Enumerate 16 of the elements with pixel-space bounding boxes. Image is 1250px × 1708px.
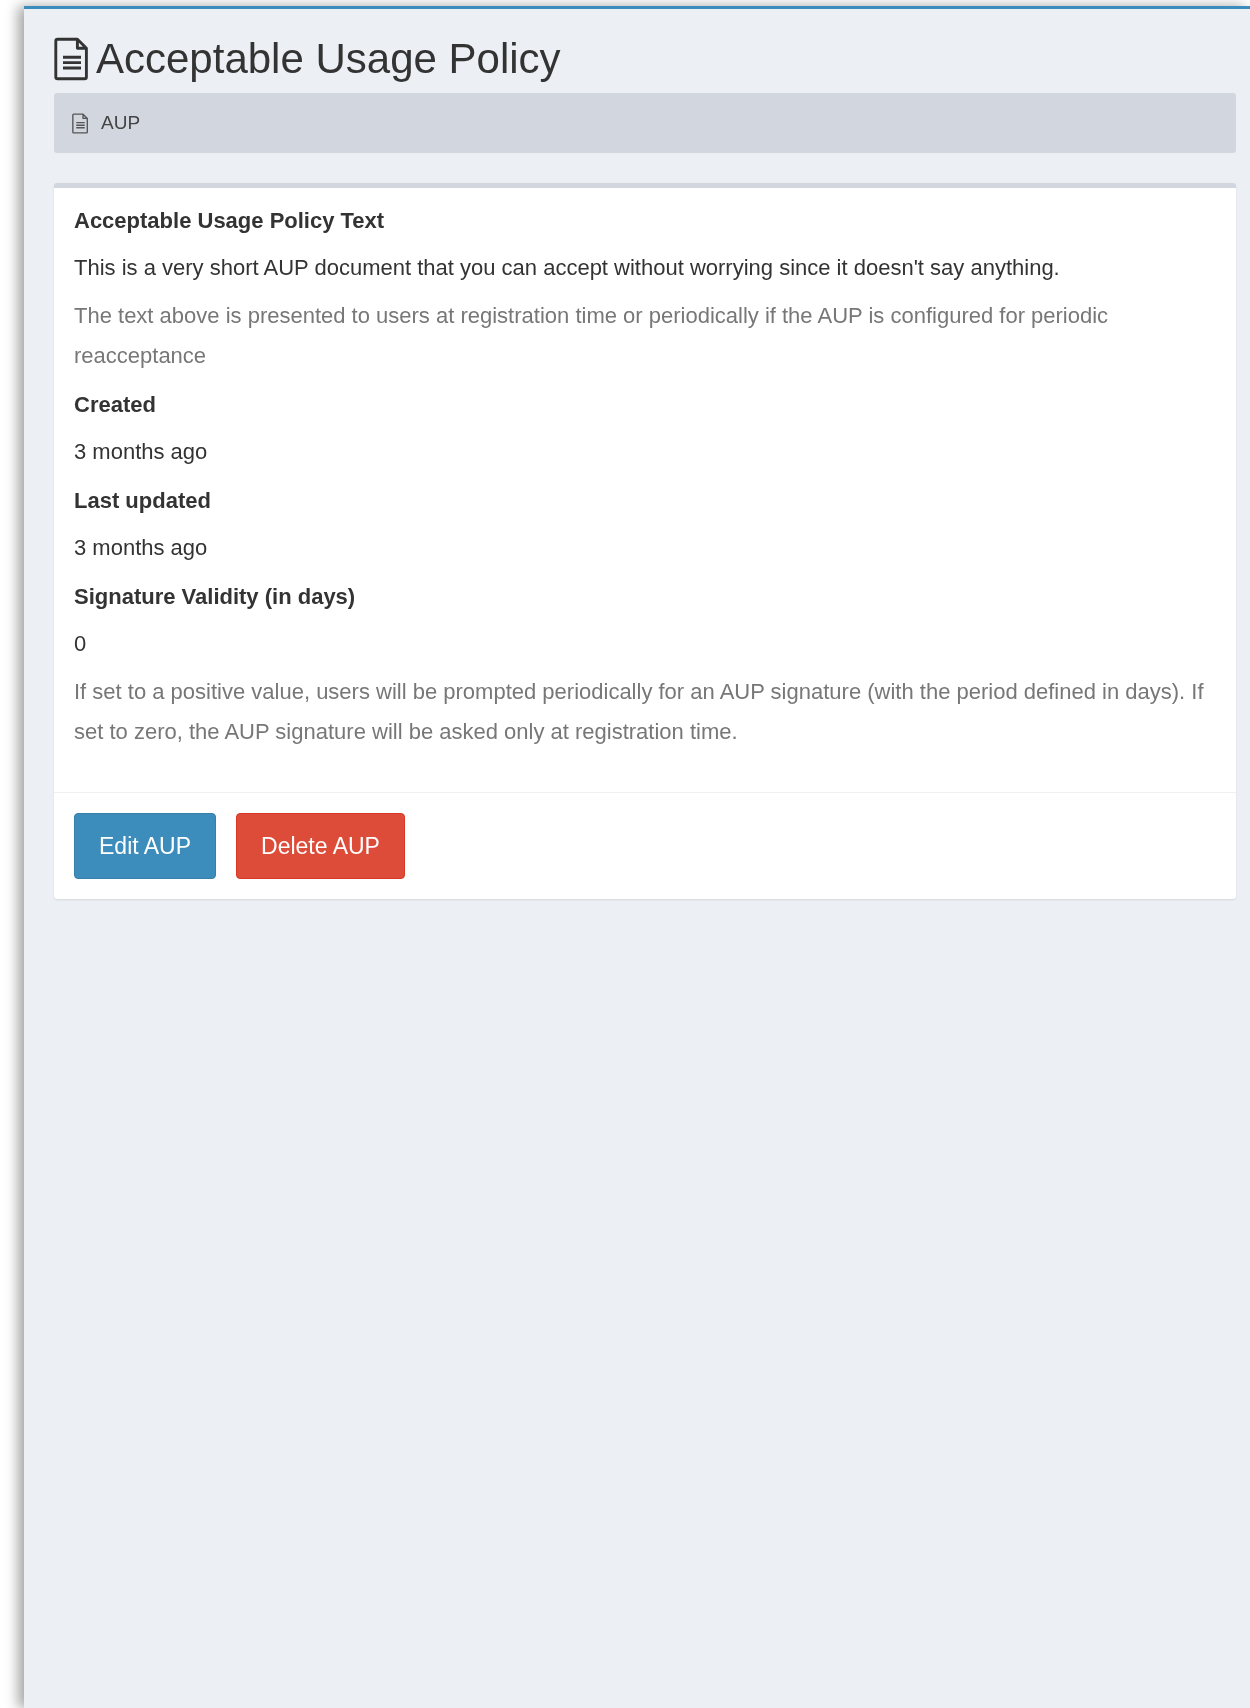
page-title: Acceptable Usage Policy (96, 35, 561, 83)
field-value: This is a very short AUP document that you can accept without worrying since it doesn't say anything. (74, 254, 1061, 282)
field-label: Signature Validity (in days) (74, 584, 357, 610)
delete-button[interactable]: Delete AUP (236, 813, 405, 879)
field-value: 3 months ago (74, 438, 209, 466)
edit-button[interactable]: Edit AUP (74, 813, 217, 879)
document-icon (72, 112, 89, 134)
help-text: If set to a positive value, users will be prompted periodically for an AUP signature (with the period defined in days). If set to zero, the AUP signature will be asked only at registration time. (74, 678, 1205, 746)
field-label: Created (74, 392, 157, 418)
field-value: 3 months ago (74, 534, 209, 562)
field-label: Last updated (74, 488, 212, 514)
breadcrumb-item[interactable]: AUP (101, 112, 141, 134)
field-value: 0 (74, 630, 88, 658)
help-text: The text above is presented to users at registration time or periodically if the AUP is configured for periodic reacceptance (74, 302, 1110, 370)
field-label: Acceptable Usage Policy Text (74, 208, 386, 234)
document-icon (54, 37, 90, 81)
